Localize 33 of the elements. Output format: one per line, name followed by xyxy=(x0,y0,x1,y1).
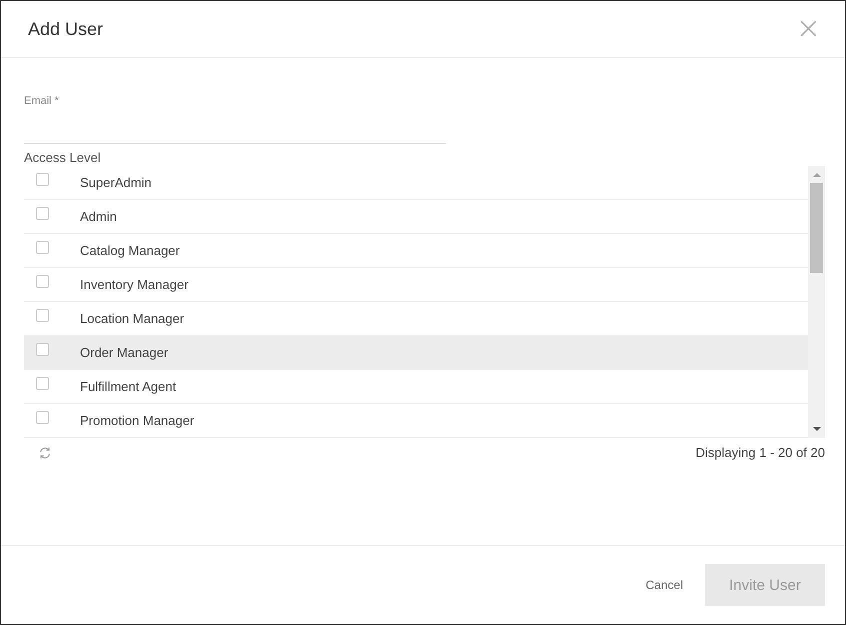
role-label: Admin xyxy=(80,209,117,224)
role-label: SuperAdmin xyxy=(80,175,152,190)
scrollbar[interactable] xyxy=(808,166,825,438)
checkbox[interactable] xyxy=(36,241,49,254)
role-label: Location Manager xyxy=(80,311,184,326)
scrollbar-thumb[interactable] xyxy=(810,183,823,273)
role-label: Inventory Manager xyxy=(80,277,188,292)
list-row[interactable]: Admin xyxy=(24,200,808,234)
list-row[interactable]: SuperAdmin xyxy=(24,166,808,200)
role-label: Fulfillment Agent xyxy=(80,379,176,394)
list-row[interactable]: Order Manager xyxy=(24,336,808,370)
checkbox[interactable] xyxy=(36,275,49,288)
refresh-icon[interactable] xyxy=(38,446,52,460)
dialog-title: Add User xyxy=(28,18,104,40)
list-row[interactable]: Inventory Manager xyxy=(24,268,808,302)
checkbox[interactable] xyxy=(36,377,49,390)
list-row[interactable]: Promotion Manager xyxy=(24,404,808,438)
role-label: Catalog Manager xyxy=(80,243,180,258)
email-label: Email * xyxy=(24,95,59,107)
scroll-up-icon[interactable] xyxy=(813,173,821,177)
checkbox[interactable] xyxy=(36,173,49,186)
checkbox[interactable] xyxy=(36,207,49,220)
list-row[interactable]: Fulfillment Agent xyxy=(24,370,808,404)
role-label: Order Manager xyxy=(80,345,168,360)
checkbox[interactable] xyxy=(36,411,49,424)
cancel-button[interactable]: Cancel xyxy=(642,574,687,596)
checkbox[interactable] xyxy=(36,309,49,322)
checkbox[interactable] xyxy=(36,343,49,356)
access-level-label: Access Level xyxy=(24,150,101,165)
scroll-down-icon[interactable] xyxy=(813,427,821,431)
role-label: Promotion Manager xyxy=(80,413,194,428)
paging-summary: Displaying 1 - 20 of 20 xyxy=(696,445,825,460)
list-row[interactable]: Catalog Manager xyxy=(24,234,808,268)
